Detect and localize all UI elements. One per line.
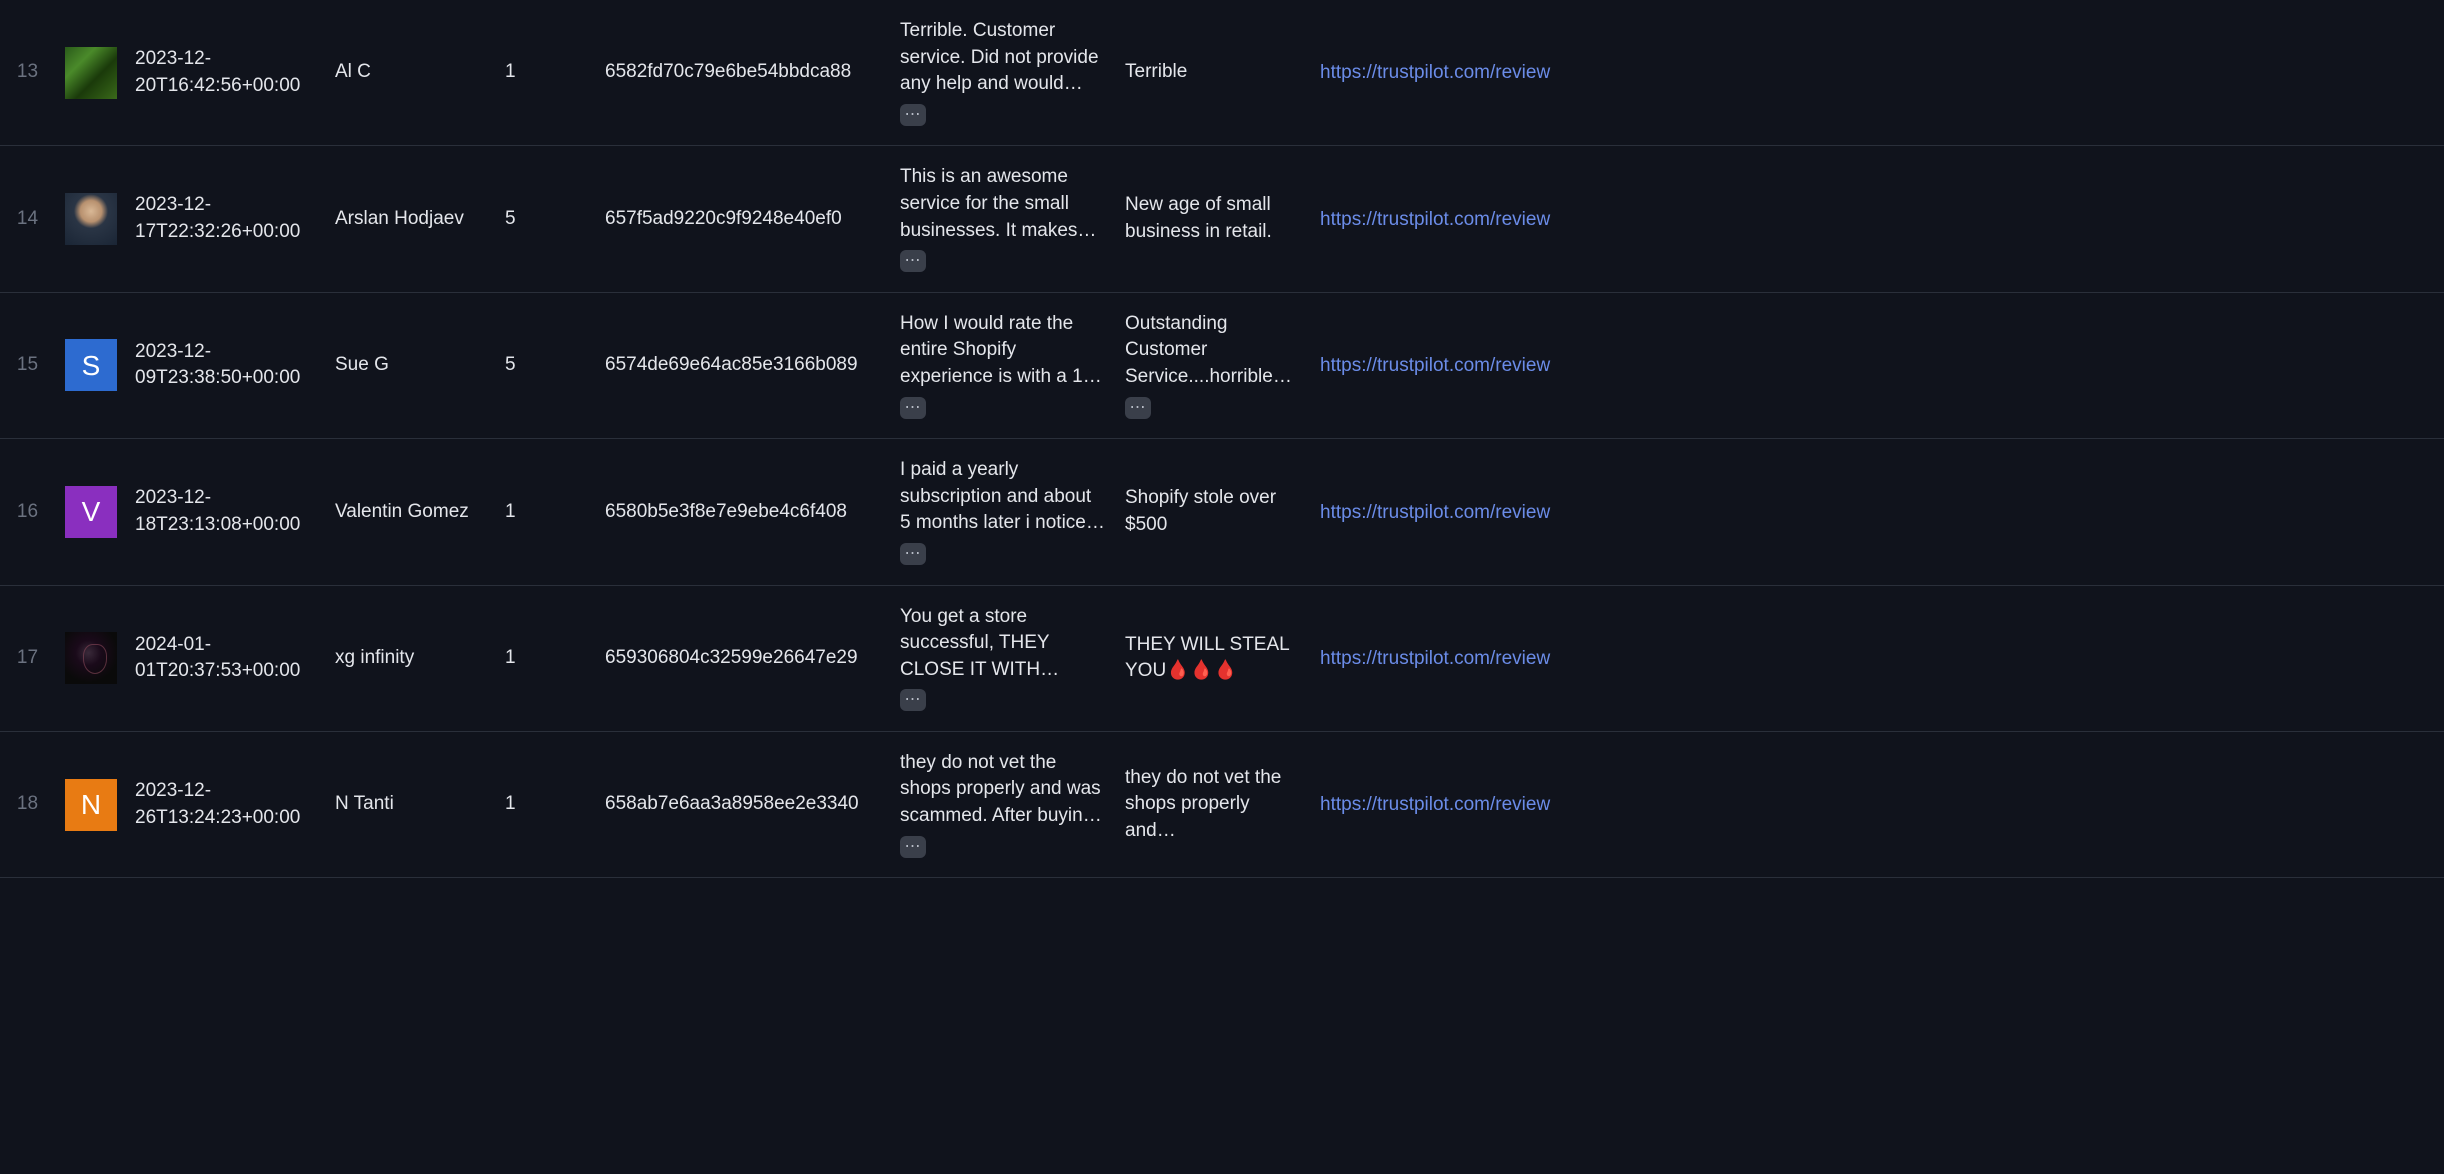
table-row: 13 2023-12-20T16:42:56+00:00Al C16582fd70… bbox=[0, 0, 2444, 146]
review-date: 2023-12-18T23:13:08+00:00 bbox=[135, 485, 335, 538]
avatar-cell: S bbox=[55, 339, 135, 391]
expand-body-button[interactable]: ⋯ bbox=[900, 397, 926, 419]
review-title: New age of small business in retail. bbox=[1125, 192, 1302, 245]
review-title: they do not vet the shops properly and… bbox=[1125, 765, 1302, 845]
review-link[interactable]: https://trustpilot.com/review bbox=[1320, 794, 1550, 815]
table-row: 16 V 2023-12-18T23:13:08+00:00Valentin Gom… bbox=[0, 439, 2444, 585]
review-body: Terrible. Customer service. Did not prov… bbox=[900, 18, 1107, 98]
avatar: S bbox=[65, 339, 117, 391]
review-id: 6582fd70c79e6be54bbdca88 bbox=[605, 59, 900, 86]
review-link[interactable]: https://trustpilot.com/review bbox=[1320, 209, 1550, 230]
review-body-cell: You get a store successful, THEY CLOSE I… bbox=[900, 604, 1125, 713]
review-rating: 1 bbox=[505, 59, 605, 86]
review-title-cell: they do not vet the shops properly and… bbox=[1125, 765, 1320, 845]
review-link-cell: https://trustpilot.com/review bbox=[1320, 205, 2444, 234]
row-index: 14 bbox=[0, 206, 55, 233]
review-body-cell: Terrible. Customer service. Did not prov… bbox=[900, 18, 1125, 127]
review-link-cell: https://trustpilot.com/review bbox=[1320, 58, 2444, 87]
review-body: I paid a yearly subscription and about 5… bbox=[900, 457, 1107, 537]
review-id: 6574de69e64ac85e3166b089 bbox=[605, 352, 900, 379]
review-link-cell: https://trustpilot.com/review bbox=[1320, 498, 2444, 527]
review-body: This is an awesome service for the small… bbox=[900, 164, 1107, 244]
review-rating: 1 bbox=[505, 791, 605, 818]
reviewer-name: N Tanti bbox=[335, 791, 505, 818]
review-date: 2023-12-26T13:24:23+00:00 bbox=[135, 778, 335, 831]
row-index: 15 bbox=[0, 352, 55, 379]
expand-body-button[interactable]: ⋯ bbox=[900, 543, 926, 565]
review-title-cell: Shopify stole over $500 bbox=[1125, 485, 1320, 538]
review-body-cell: This is an awesome service for the small… bbox=[900, 164, 1125, 273]
review-title: Outstanding Customer Service....horrible… bbox=[1125, 311, 1302, 391]
review-link[interactable]: https://trustpilot.com/review bbox=[1320, 648, 1550, 669]
table-row: 15 S 2023-12-09T23:38:50+00:00Sue G56574de… bbox=[0, 293, 2444, 439]
review-title-cell: New age of small business in retail. bbox=[1125, 192, 1320, 245]
reviewer-name: Sue G bbox=[335, 352, 505, 379]
table-row: 17 2024-01-01T20:37:53+00:00xg infinity16… bbox=[0, 586, 2444, 732]
avatar: N bbox=[65, 779, 117, 831]
review-title: Shopify stole over $500 bbox=[1125, 485, 1302, 538]
avatar-cell: V bbox=[55, 486, 135, 538]
review-link-cell: https://trustpilot.com/review bbox=[1320, 351, 2444, 380]
review-rating: 1 bbox=[505, 645, 605, 672]
review-id: 657f5ad9220c9f9248e40ef0 bbox=[605, 206, 900, 233]
review-title-cell: Outstanding Customer Service....horrible… bbox=[1125, 311, 1320, 420]
expand-title-button[interactable]: ⋯ bbox=[1125, 397, 1151, 419]
review-body-cell: How I would rate the entire Shopify expe… bbox=[900, 311, 1125, 420]
review-id: 658ab7e6aa3a8958ee2e3340 bbox=[605, 791, 900, 818]
avatar bbox=[65, 193, 117, 245]
row-index: 16 bbox=[0, 499, 55, 526]
review-date: 2024-01-01T20:37:53+00:00 bbox=[135, 632, 335, 685]
review-link[interactable]: https://trustpilot.com/review bbox=[1320, 355, 1550, 376]
review-date: 2023-12-20T16:42:56+00:00 bbox=[135, 46, 335, 99]
expand-body-button[interactable]: ⋯ bbox=[900, 104, 926, 126]
row-index: 13 bbox=[0, 59, 55, 86]
expand-body-button[interactable]: ⋯ bbox=[900, 689, 926, 711]
reviewer-name: Arslan Hodjaev bbox=[335, 206, 505, 233]
review-link-cell: https://trustpilot.com/review bbox=[1320, 790, 2444, 819]
avatar-cell bbox=[55, 193, 135, 245]
review-body: How I would rate the entire Shopify expe… bbox=[900, 311, 1107, 391]
review-rating: 5 bbox=[505, 352, 605, 379]
review-body-cell: they do not vet the shops properly and w… bbox=[900, 750, 1125, 859]
vertical-scrollbar[interactable] bbox=[2438, 0, 2444, 1174]
review-id: 6580b5e3f8e7e9ebe4c6f408 bbox=[605, 499, 900, 526]
review-title-cell: Terrible bbox=[1125, 59, 1320, 86]
review-link[interactable]: https://trustpilot.com/review bbox=[1320, 502, 1550, 523]
row-index: 18 bbox=[0, 791, 55, 818]
review-body: You get a store successful, THEY CLOSE I… bbox=[900, 604, 1107, 684]
reviewer-name: Al C bbox=[335, 59, 505, 86]
avatar bbox=[65, 47, 117, 99]
expand-body-button[interactable]: ⋯ bbox=[900, 250, 926, 272]
review-link-cell: https://trustpilot.com/review bbox=[1320, 644, 2444, 673]
avatar-cell: N bbox=[55, 779, 135, 831]
reviews-table: 132023-12-20T16:42:56+00:00Al C16582fd70… bbox=[0, 0, 2444, 878]
expand-body-button[interactable]: ⋯ bbox=[900, 836, 926, 858]
review-id: 659306804c32599e26647e29 bbox=[605, 645, 900, 672]
review-title-cell: THEY WILL STEAL YOU🩸🩸🩸 bbox=[1125, 632, 1320, 685]
table-row: 18 N 2023-12-26T13:24:23+00:00N Tanti1658a… bbox=[0, 732, 2444, 878]
reviewer-name: xg infinity bbox=[335, 645, 505, 672]
review-link[interactable]: https://trustpilot.com/review bbox=[1320, 62, 1550, 83]
review-body: they do not vet the shops properly and w… bbox=[900, 750, 1107, 830]
review-date: 2023-12-09T23:38:50+00:00 bbox=[135, 339, 335, 392]
review-date: 2023-12-17T22:32:26+00:00 bbox=[135, 192, 335, 245]
review-rating: 5 bbox=[505, 206, 605, 233]
review-body-cell: I paid a yearly subscription and about 5… bbox=[900, 457, 1125, 566]
review-rating: 1 bbox=[505, 499, 605, 526]
review-title: Terrible bbox=[1125, 59, 1302, 86]
avatar-cell bbox=[55, 632, 135, 684]
avatar bbox=[65, 632, 117, 684]
table-row: 14 2023-12-17T22:32:26+00:00Arslan Hodjae… bbox=[0, 146, 2444, 292]
avatar-cell bbox=[55, 47, 135, 99]
review-title: THEY WILL STEAL YOU🩸🩸🩸 bbox=[1125, 632, 1302, 685]
reviewer-name: Valentin Gomez bbox=[335, 499, 505, 526]
row-index: 17 bbox=[0, 645, 55, 672]
avatar: V bbox=[65, 486, 117, 538]
